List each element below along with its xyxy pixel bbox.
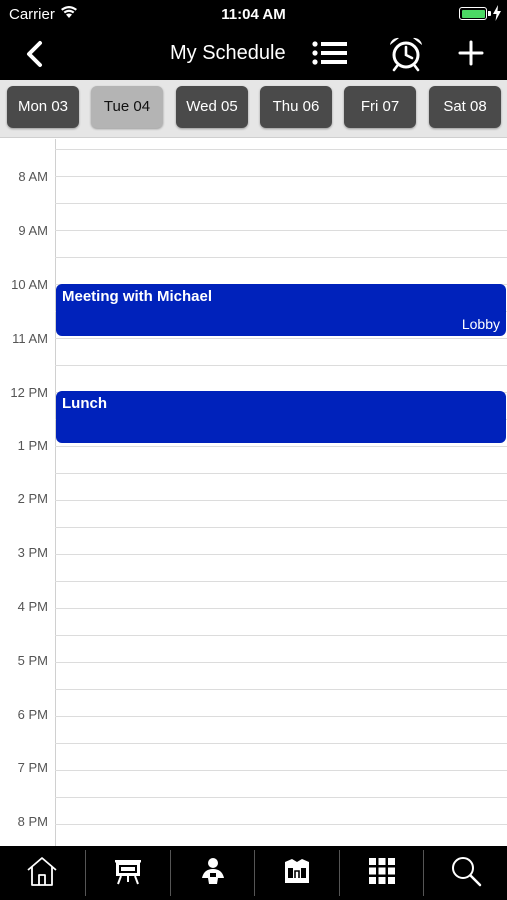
grid-line — [55, 716, 507, 717]
grid-icon — [367, 856, 397, 891]
page-title: My Schedule — [170, 42, 286, 64]
battery-icon — [459, 7, 487, 20]
grid-line — [55, 257, 507, 258]
grid-line — [55, 149, 507, 150]
hour-label: 10 AM — [11, 277, 48, 292]
alarm-clock-icon[interactable] — [388, 36, 424, 77]
day-button[interactable]: Mon 03 — [7, 86, 79, 128]
presentation-icon — [113, 856, 143, 891]
day-button[interactable]: Thu 06 — [260, 86, 332, 128]
hour-label: 12 PM — [10, 385, 48, 400]
day-button-selected[interactable]: Tue 04 — [91, 86, 163, 128]
tab-speakers[interactable] — [171, 846, 255, 900]
hour-label: 8 PM — [17, 814, 48, 829]
hour-label: 2 PM — [17, 491, 48, 506]
grid-line — [55, 365, 507, 366]
hour-label: 1 PM — [17, 438, 48, 453]
clock-time: 11:04 AM — [221, 6, 286, 23]
grid-line — [55, 500, 507, 501]
day-button[interactable]: Sat 08 — [429, 86, 501, 128]
hour-label: 8 AM — [18, 169, 48, 184]
home-icon — [25, 855, 59, 892]
grid-line — [55, 662, 507, 663]
grid-line — [55, 176, 507, 177]
tab-search[interactable] — [424, 846, 507, 900]
grid-line — [55, 635, 507, 636]
event-location: Lobby — [461, 316, 500, 332]
hour-label: 11 AM — [12, 331, 48, 346]
grid-line — [55, 338, 507, 339]
grid-line — [55, 203, 507, 204]
hour-label: 7 PM — [17, 760, 48, 775]
grid-line — [55, 230, 507, 231]
list-icon[interactable] — [312, 40, 348, 71]
grid-line — [55, 797, 507, 798]
speaker-icon — [198, 856, 228, 891]
grid-line — [55, 743, 507, 744]
tab-map[interactable] — [255, 846, 339, 900]
hour-label: 9 AM — [18, 223, 48, 238]
grid-line — [55, 446, 507, 447]
hour-label: 4 PM — [17, 599, 48, 614]
event-title: Lunch — [62, 395, 107, 412]
hour-label: 6 PM — [17, 707, 48, 722]
day-selector: Mon 03 Tue 04 Wed 05 Thu 06 Fri 07 Sat 0… — [0, 80, 507, 138]
back-chevron-icon[interactable] — [22, 40, 48, 68]
grid-line — [55, 608, 507, 609]
day-button[interactable]: Fri 07 — [344, 86, 416, 128]
grid-line — [55, 770, 507, 771]
tab-home[interactable] — [0, 846, 84, 900]
tab-bar — [0, 846, 507, 900]
event-block[interactable]: Meeting with Michael Lobby — [56, 284, 506, 336]
map-icon — [282, 856, 312, 891]
tab-more[interactable] — [340, 846, 424, 900]
status-bar: Carrier 11:04 AM — [0, 0, 507, 28]
grid-line — [55, 581, 507, 582]
hour-label: 3 PM — [17, 545, 48, 560]
time-gutter-divider — [55, 139, 56, 846]
plus-icon[interactable] — [458, 40, 484, 71]
grid-line — [55, 473, 507, 474]
grid-line — [55, 527, 507, 528]
day-button[interactable]: Wed 05 — [176, 86, 248, 128]
battery-cap — [488, 11, 491, 16]
tab-presentations[interactable] — [86, 846, 170, 900]
day-timeline[interactable]: 8 AM 9 AM 10 AM 11 AM 12 PM 1 PM 2 PM 3 … — [0, 139, 507, 846]
event-block[interactable]: Lunch — [56, 391, 506, 443]
grid-line — [55, 554, 507, 555]
event-title: Meeting with Michael — [62, 288, 213, 305]
grid-line — [55, 824, 507, 825]
grid-line — [55, 689, 507, 690]
charging-bolt-icon — [493, 5, 501, 26]
search-icon — [450, 855, 482, 892]
navigation-bar: My Schedule — [0, 28, 507, 80]
hour-label: 5 PM — [17, 653, 48, 668]
